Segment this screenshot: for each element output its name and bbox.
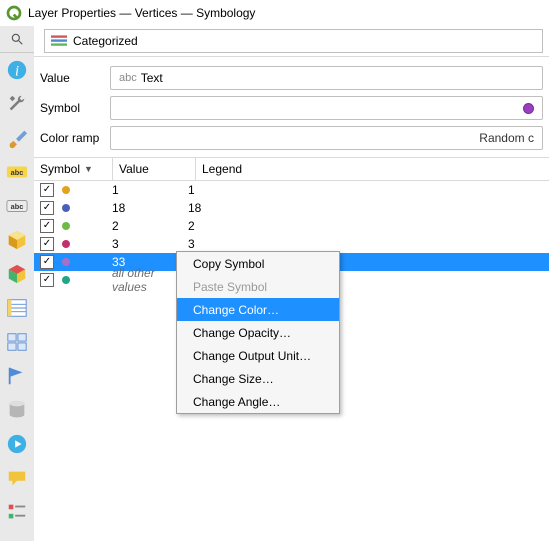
color-ramp-label: Color ramp (40, 131, 110, 145)
qgis-logo-icon (6, 5, 22, 21)
row-legend: 18 (182, 201, 549, 215)
row-legend: 1 (182, 183, 549, 197)
value-field[interactable]: abc Text (110, 66, 543, 90)
row-symbol-dot (62, 204, 70, 212)
side-icon-strip: i abc abc (0, 26, 35, 541)
header-legend[interactable]: Legend (196, 158, 549, 180)
row-symbol-dot (62, 222, 70, 230)
row-checkbox[interactable] (40, 255, 54, 269)
header-value[interactable]: Value (113, 158, 196, 180)
row-value: 1 (106, 183, 182, 197)
menu-item: Paste Symbol (177, 275, 339, 298)
legend-swatches-icon (6, 501, 28, 523)
search-icon (10, 32, 24, 46)
cube-colored-icon (6, 263, 28, 285)
sidebar-item-auxiliary-storage[interactable] (0, 393, 34, 427)
row-value: 3 (106, 237, 182, 251)
menu-item[interactable]: Change Size… (177, 367, 339, 390)
menu-item[interactable]: Change Opacity… (177, 321, 339, 344)
row-value: all other values (106, 266, 182, 294)
menu-item[interactable]: Change Angle… (177, 390, 339, 413)
row-value: 18 (106, 201, 182, 215)
row-checkbox[interactable] (40, 219, 54, 233)
menu-item[interactable]: Copy Symbol (177, 252, 339, 275)
layer-properties-window: Layer Properties — Vertices — Symbology … (0, 0, 549, 541)
row-checkbox[interactable] (40, 237, 54, 251)
form-icon (6, 331, 28, 353)
sidebar-search[interactable] (0, 26, 34, 53)
brush-icon (6, 127, 28, 149)
sidebar-item-masks[interactable]: abc (0, 189, 34, 223)
wrench-icon (6, 93, 28, 115)
row-symbol-dot (62, 258, 70, 266)
svg-text:i: i (15, 64, 19, 80)
play-gear-icon (6, 433, 28, 455)
table-row[interactable]: 11 (34, 181, 549, 199)
svg-text:abc: abc (11, 168, 24, 177)
chevron-down-icon: ▼ (84, 164, 93, 174)
row-legend: 2 (182, 219, 549, 233)
sidebar-item-display[interactable] (0, 461, 34, 495)
value-type-prefix: abc (119, 72, 137, 84)
sidebar-item-3dview[interactable] (0, 223, 34, 257)
value-field-text: Text (141, 71, 163, 85)
header-symbol[interactable]: Symbol▼ (34, 158, 113, 180)
renderer-combo[interactable]: Categorized (44, 29, 543, 53)
menu-item[interactable]: Change Output Unit… (177, 344, 339, 367)
symbol-preview-dot (523, 103, 534, 114)
list-icon (6, 297, 28, 319)
symbol-label: Symbol (40, 101, 110, 115)
row-symbol-dot (62, 186, 70, 194)
row-legend: 3 (182, 237, 549, 251)
sidebar-item-labels[interactable]: abc (0, 155, 34, 189)
row-checkbox[interactable] (40, 201, 54, 215)
info-icon: i (6, 59, 28, 81)
renderer-label: Categorized (73, 34, 138, 48)
tooltip-icon (6, 467, 28, 489)
row-checkbox[interactable] (40, 183, 54, 197)
abc-mask-icon: abc (6, 195, 28, 217)
table-row[interactable]: 22 (34, 217, 549, 235)
sidebar-item-information[interactable]: i (0, 53, 34, 87)
row-symbol-dot (62, 240, 70, 248)
row-checkbox[interactable] (40, 273, 54, 287)
sidebar-item-symbology[interactable] (0, 121, 34, 155)
sidebar-item-joins[interactable] (0, 359, 34, 393)
table-row[interactable]: 1818 (34, 199, 549, 217)
sidebar-item-diagrams[interactable] (0, 257, 34, 291)
value-label: Value (40, 71, 110, 85)
symbol-field[interactable] (110, 96, 543, 120)
cube-yellow-icon (6, 229, 28, 251)
row-symbol-dot (62, 276, 70, 284)
table-header: Symbol▼ Value Legend (34, 157, 549, 181)
context-menu: Copy SymbolPaste SymbolChange Color…Chan… (176, 251, 340, 414)
sidebar-item-rendering[interactable] (0, 495, 34, 529)
titlebar: Layer Properties — Vertices — Symbology (0, 0, 549, 27)
menu-item[interactable]: Change Color… (177, 298, 339, 321)
row-value: 2 (106, 219, 182, 233)
sidebar-item-actions[interactable] (0, 427, 34, 461)
sidebar-item-fields[interactable] (0, 291, 34, 325)
color-ramp-value: Random c (479, 131, 534, 145)
color-ramp-field[interactable]: Random c (110, 126, 543, 150)
database-icon (6, 399, 28, 421)
sidebar-item-attributes-form[interactable] (0, 325, 34, 359)
svg-text:abc: abc (11, 202, 24, 211)
window-title: Layer Properties — Vertices — Symbology (28, 6, 255, 20)
sidebar-item-source[interactable] (0, 87, 34, 121)
abc-label-icon: abc (6, 161, 28, 183)
flag-icon (6, 365, 28, 387)
categorized-icon (51, 35, 67, 47)
